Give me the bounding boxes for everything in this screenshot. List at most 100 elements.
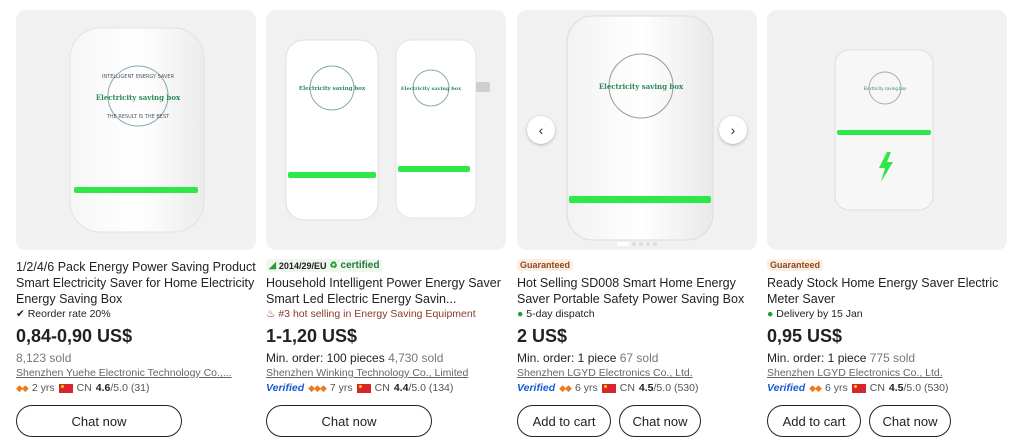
supplier-level-icon: ◆◆: [559, 382, 572, 393]
hot-selling-rank[interactable]: ♨ #3 hot selling in Energy Saving Equipm…: [266, 308, 476, 320]
china-flag-icon: [851, 383, 866, 393]
supplier-rating: 4.5/5.0 (530): [889, 382, 949, 394]
supplier-years: 2 yrs: [31, 382, 55, 394]
carousel-next-button[interactable]: ›: [719, 116, 747, 144]
price: 0,95 US$: [767, 326, 843, 346]
guaranteed-badge[interactable]: Guaranteed: [767, 259, 824, 271]
check-icon: ✔: [16, 308, 28, 320]
svg-text:Electricity saving box: Electricity saving box: [864, 86, 907, 91]
product-grid: INTELLIGENT ENERGY SAVER Electricity sav…: [0, 0, 1024, 437]
min-order: Min. order: 1 piece 775 sold: [767, 351, 915, 365]
certification-badge[interactable]: ◢ 2014/29/EU ♻ certified: [266, 259, 383, 272]
chevron-left-icon: ‹: [538, 122, 544, 138]
fire-icon: ♨: [266, 308, 279, 320]
product-image[interactable]: Electricity saving box Electricity savin…: [266, 10, 506, 250]
product-image[interactable]: Electricity saving box ‹ ›: [517, 10, 757, 250]
sold-count: 8,123 sold: [16, 351, 71, 365]
supplier-years: 7 yrs: [329, 382, 353, 394]
china-flag-icon: [601, 383, 616, 393]
dispatch-text: 5-day dispatch: [526, 308, 595, 320]
verified-badge[interactable]: Verified: [266, 382, 304, 394]
product-card[interactable]: Electricity saving box ‹ › Guaranteed Ho…: [517, 10, 757, 437]
supplier-rating: 4.4/5.0 (134): [394, 382, 454, 394]
product-card[interactable]: Electricity saving box Electricity savin…: [266, 10, 506, 437]
price: 2 US$: [517, 326, 568, 346]
min-order-text: Min. order: 1 piece: [767, 351, 867, 365]
supplier-country: CN: [374, 382, 390, 394]
product-title[interactable]: 1/2/4/6 Pack Energy Power Saving Product…: [16, 259, 256, 307]
guaranteed-badge[interactable]: Guaranteed: [517, 259, 574, 271]
pager-dot[interactable]: [653, 242, 657, 246]
leaf-icon: ◢: [269, 260, 276, 270]
supplier-years: 6 yrs: [824, 382, 848, 394]
supplier-link[interactable]: Shenzhen LGYD Electronics Co., Ltd.: [517, 367, 755, 379]
supplier-meta: ◆◆ 2 yrs CN 4.6/5.0 (31): [16, 382, 150, 394]
product-title[interactable]: Hot Selling SD008 Smart Home Energy Save…: [517, 275, 757, 307]
china-flag-icon: [58, 383, 73, 393]
image-text-main: Electricity saving box: [299, 86, 366, 92]
delivery-info: ● Delivery by 15 Jan: [767, 308, 863, 320]
supplier-country: CN: [76, 382, 92, 394]
supplier-link[interactable]: Shenzhen Yuehe Electronic Technology Co.…: [16, 367, 254, 379]
chat-now-button[interactable]: Chat now: [266, 405, 432, 437]
min-order-text: Min. order: 100 pieces: [266, 351, 385, 365]
sold-text: 67 sold: [619, 351, 659, 365]
verified-badge[interactable]: Verified: [517, 382, 555, 394]
chat-now-button[interactable]: Chat now: [869, 405, 951, 437]
add-to-cart-button[interactable]: Add to cart: [517, 405, 611, 437]
sold-text: 4,730 sold: [388, 351, 444, 365]
product-title[interactable]: Ready Stock Home Energy Saver Electric M…: [767, 275, 1007, 307]
svg-text:Electricity saving box: Electricity saving box: [401, 86, 462, 92]
product-card[interactable]: INTELLIGENT ENERGY SAVER Electricity sav…: [16, 10, 256, 437]
pager-dot[interactable]: [632, 242, 636, 246]
min-order: Min. order: 1 piece 67 sold: [517, 351, 658, 365]
rating-value: 4.4: [393, 382, 409, 394]
rating-count: /5.0 (31): [110, 382, 150, 394]
supplier-level-icon: ◆◆◆: [308, 382, 327, 393]
rating-value: 4.6: [95, 382, 111, 394]
shield-check-icon: ●: [767, 308, 774, 320]
product-image[interactable]: Electricity saving box: [767, 10, 1007, 250]
image-text-main: Electricity saving box: [96, 93, 181, 102]
chat-now-button[interactable]: Chat now: [619, 405, 701, 437]
pager-dot[interactable]: [639, 242, 643, 246]
rating-count: /5.0 (530): [653, 382, 699, 394]
supplier-rating: 4.6/5.0 (31): [96, 382, 150, 394]
product-title[interactable]: Household Intelligent Power Energy Saver…: [266, 275, 506, 307]
price: 0,84-0,90 US$: [16, 326, 133, 346]
sold-text: 8,123 sold: [16, 351, 72, 365]
image-text-bottom: THE RESULT IS THE BEST: [106, 114, 170, 120]
supplier-link[interactable]: Shenzhen LGYD Electronics Co., Ltd.: [767, 367, 1005, 379]
carousel-prev-button[interactable]: ‹: [527, 116, 555, 144]
delivery-text: Delivery by 15 Jan: [776, 308, 863, 320]
cert-code: 2014/29/EU: [278, 260, 327, 271]
pager-dot-active[interactable]: [617, 242, 629, 246]
supplier-meta: Verified ◆◆ 6 yrs CN 4.5/5.0 (530): [767, 382, 948, 394]
recycle-icon: ♻: [329, 260, 338, 270]
supplier-years: 6 yrs: [574, 382, 598, 394]
supplier-country: CN: [619, 382, 635, 394]
hot-selling-text: #3 hot selling in Energy Saving Equipmen…: [278, 308, 476, 320]
price: 1-1,20 US$: [266, 326, 358, 346]
china-flag-icon: [356, 383, 371, 393]
product-card[interactable]: Electricity saving box Guaranteed Ready …: [767, 10, 1007, 437]
rating-count: /5.0 (530): [903, 382, 949, 394]
supplier-level-icon: ◆◆: [809, 382, 822, 393]
product-image-art: Electricity saving box: [834, 49, 934, 211]
min-order: Min. order: 100 pieces 4,730 sold: [266, 351, 443, 365]
image-text-top: INTELLIGENT ENERGY SAVER: [102, 74, 175, 80]
shield-check-icon: ●: [517, 308, 524, 320]
cert-label: certified: [340, 260, 380, 271]
rating-value: 4.5: [638, 382, 654, 394]
supplier-meta: Verified ◆◆ 6 yrs CN 4.5/5.0 (530): [517, 382, 698, 394]
chevron-right-icon: ›: [730, 122, 736, 138]
rating-value: 4.5: [888, 382, 904, 394]
pager-dot[interactable]: [646, 242, 650, 246]
product-image[interactable]: INTELLIGENT ENERGY SAVER Electricity sav…: [16, 10, 256, 250]
carousel-pager: [617, 242, 657, 246]
add-to-cart-button[interactable]: Add to cart: [767, 405, 861, 437]
verified-badge[interactable]: Verified: [767, 382, 805, 394]
chat-now-button[interactable]: Chat now: [16, 405, 182, 437]
product-image-art: INTELLIGENT ENERGY SAVER Electricity sav…: [69, 27, 205, 233]
supplier-link[interactable]: Shenzhen Winking Technology Co., Limited: [266, 367, 504, 379]
